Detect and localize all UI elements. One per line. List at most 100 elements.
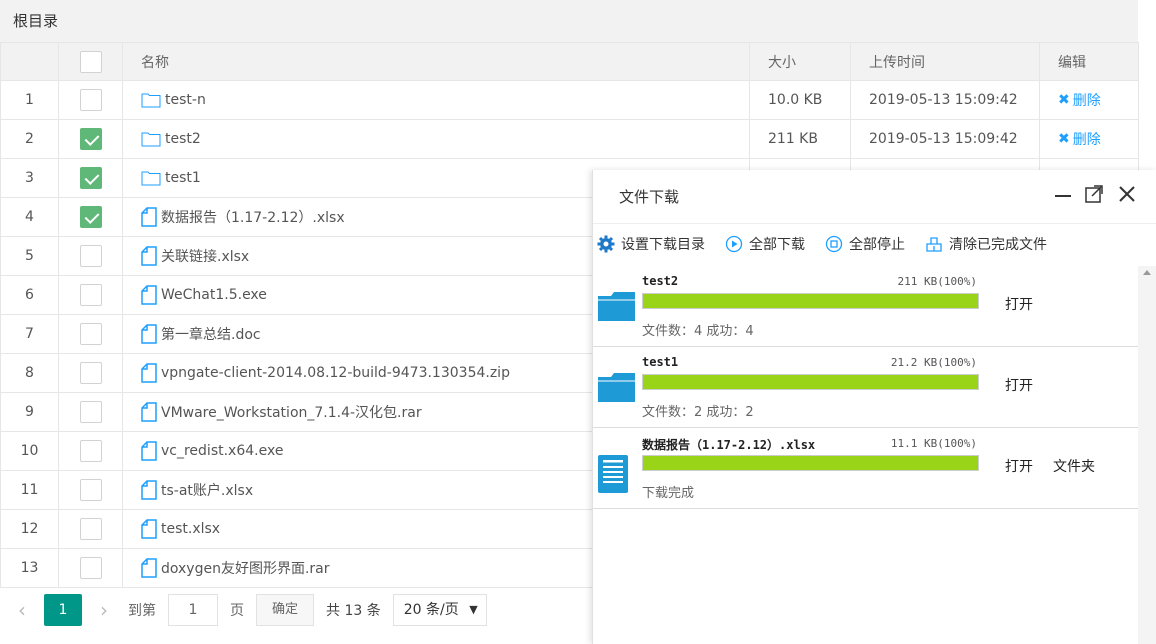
file-name[interactable]: test1 [165,170,201,186]
set-download-dir-label: 设置下载目录 [621,237,705,253]
row-checkbox[interactable] [79,440,102,462]
row-checkbox[interactable] [79,518,102,540]
table-row[interactable]: 2 test2 211 KB 2019-05-13 15:09:42 ✖ 删除 [0,119,1139,159]
select-all-checkbox[interactable] [79,50,102,73]
clear-completed-label: 清除已完成文件 [949,237,1047,253]
minimize-icon[interactable] [1053,184,1073,209]
row-checkbox-cell[interactable] [58,509,123,549]
stop-circle-icon [825,235,843,253]
table-header-row: 名称 大小 上传时间 编辑 [0,42,1139,81]
row-index: 4 [0,197,59,237]
row-checkbox-cell[interactable] [58,548,123,588]
scroll-up-icon[interactable] [1143,270,1151,275]
page-1-button[interactable]: 1 [44,594,82,626]
header-name[interactable]: 名称 [122,42,750,81]
stop-all-button[interactable]: 全部停止 [825,234,905,254]
file-name[interactable]: test2 [165,131,201,147]
progress-fill [643,294,978,308]
clear-icon [925,235,943,253]
open-button[interactable]: 打开 [1005,375,1033,395]
row-checkbox-cell[interactable] [58,431,123,471]
close-icon[interactable] [1117,184,1137,209]
download-item: test1 21.2 KB(100%) 文件数：2 成功：2 打开 [593,347,1138,428]
next-page-button[interactable]: › [82,598,126,622]
download-all-button[interactable]: 全部下载 [725,234,805,254]
row-checkbox[interactable] [79,128,102,150]
row-checkbox[interactable] [79,401,102,423]
download-name: 数据报告（1.17-2.12）.xlsx [642,438,816,452]
file-icon [141,246,157,266]
row-checkbox[interactable] [79,479,102,501]
open-folder-button[interactable]: 文件夹 [1053,456,1095,476]
file-name[interactable]: WeChat1.5.exe [161,287,267,303]
row-checkbox-cell[interactable] [58,353,123,393]
delete-button[interactable]: ✖ 删除 [1058,90,1101,110]
name-cell[interactable]: test-n [122,80,750,120]
row-checkbox[interactable] [79,284,102,306]
row-checkbox[interactable] [79,557,102,579]
row-checkbox-cell[interactable] [58,314,123,354]
download-window: 文件下载 设置下载目录 全部下载 全部停止 清除已完成文件 test2 211 … [592,170,1156,644]
breadcrumb-root[interactable]: 根目录 [0,0,1138,42]
maximize-icon[interactable] [1084,184,1104,209]
row-checkbox[interactable] [79,245,102,267]
close-icon: ✖ [1058,131,1070,147]
file-name[interactable]: 关联链接.xlsx [161,246,249,266]
row-checkbox[interactable] [79,362,102,384]
file-name[interactable]: 数据报告（1.17-2.12）.xlsx [161,207,345,227]
row-checkbox-cell[interactable] [58,119,123,159]
file-name[interactable]: ts-at账户.xlsx [161,480,253,500]
delete-label: 删除 [1072,93,1101,109]
file-name[interactable]: doxygen友好图形界面.rar [161,558,330,578]
row-checkbox-cell[interactable] [58,197,123,237]
set-download-dir-button[interactable]: 设置下载目录 [597,234,705,254]
row-checkbox-cell[interactable] [58,470,123,510]
header-select-all[interactable] [58,42,123,81]
name-cell[interactable]: test2 [122,119,750,159]
row-checkbox[interactable] [79,206,102,228]
file-icon [141,558,157,578]
prev-page-button[interactable]: ‹ [0,598,44,622]
progress-bar [642,293,979,309]
file-name[interactable]: vpngate-client-2014.08.12-build-9473.130… [161,365,510,381]
goto-confirm-button[interactable]: 确定 [256,594,314,626]
page-size-select[interactable]: 20 条/页 ▼ [392,594,487,626]
row-index: 12 [0,509,59,549]
open-button[interactable]: 打开 [1005,294,1033,314]
gear-icon [597,235,615,253]
file-name[interactable]: VMware_Workstation_7.1.4-汉化包.rar [161,402,422,422]
goto-page-input[interactable]: 1 [168,594,218,626]
row-index: 6 [0,275,59,315]
delete-button[interactable]: ✖ 删除 [1058,129,1101,149]
file-name[interactable]: 第一章总结.doc [161,324,261,344]
row-checkbox[interactable] [79,323,102,345]
scrollbar[interactable] [1138,266,1156,644]
file-name[interactable]: test-n [165,92,206,108]
clear-completed-button[interactable]: 清除已完成文件 [925,234,1047,254]
caret-down-icon: ▼ [469,603,478,616]
download-window-header[interactable]: 文件下载 [593,170,1156,224]
download-status: 下载完成 [642,486,695,501]
row-checkbox-cell[interactable] [58,392,123,432]
row-checkbox-cell[interactable] [58,158,123,198]
file-icon [141,363,157,383]
row-index: 1 [0,80,59,120]
progress-bar [642,374,979,390]
row-checkbox[interactable] [79,89,102,111]
row-index: 2 [0,119,59,159]
open-button[interactable]: 打开 [1005,456,1033,476]
table-row[interactable]: 1 test-n 10.0 KB 2019-05-13 15:09:42 ✖ 删除 [0,80,1139,120]
total-count: 共 13 条 [326,603,381,619]
row-checkbox-cell[interactable] [58,236,123,276]
row-checkbox-cell[interactable] [58,80,123,120]
file-name[interactable]: vc_redist.x64.exe [161,443,283,459]
header-size[interactable]: 大小 [749,42,851,81]
file-name[interactable]: test.xlsx [161,521,220,537]
file-icon [141,324,157,344]
folder-icon [597,373,637,407]
header-time[interactable]: 上传时间 [850,42,1040,81]
row-checkbox-cell[interactable] [58,275,123,315]
row-checkbox[interactable] [79,167,102,189]
download-item: 数据报告（1.17-2.12）.xlsx 11.1 KB(100%) 下载完成 打开文… [593,428,1138,509]
download-size: 11.1 KB(100%) [890,437,977,450]
